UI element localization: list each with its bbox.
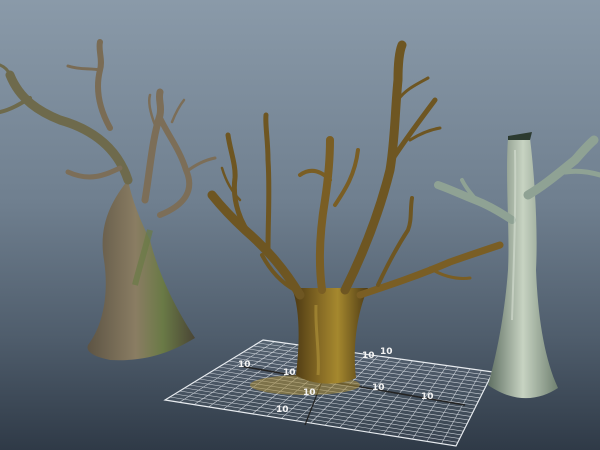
branching-oak-tree[interactable] <box>207 40 504 384</box>
grid-label: 10 <box>303 388 316 398</box>
grid-label: 10 <box>421 392 434 402</box>
scene-canvas[interactable]: 10 10 0 10 10 10 10 10 10 <box>0 0 600 450</box>
grid-label: 10 <box>283 368 296 378</box>
grid-label: 10 <box>238 360 251 370</box>
3d-viewport[interactable]: 10 10 0 10 10 10 10 10 10 <box>0 0 600 450</box>
grid-label: 10 <box>372 383 385 393</box>
twisted-dead-tree[interactable] <box>0 39 217 361</box>
grid-label: 10 <box>380 347 393 357</box>
grid-label: 10 <box>362 351 375 361</box>
grid-label: 10 <box>276 405 289 415</box>
pale-broken-tree[interactable] <box>434 132 600 399</box>
